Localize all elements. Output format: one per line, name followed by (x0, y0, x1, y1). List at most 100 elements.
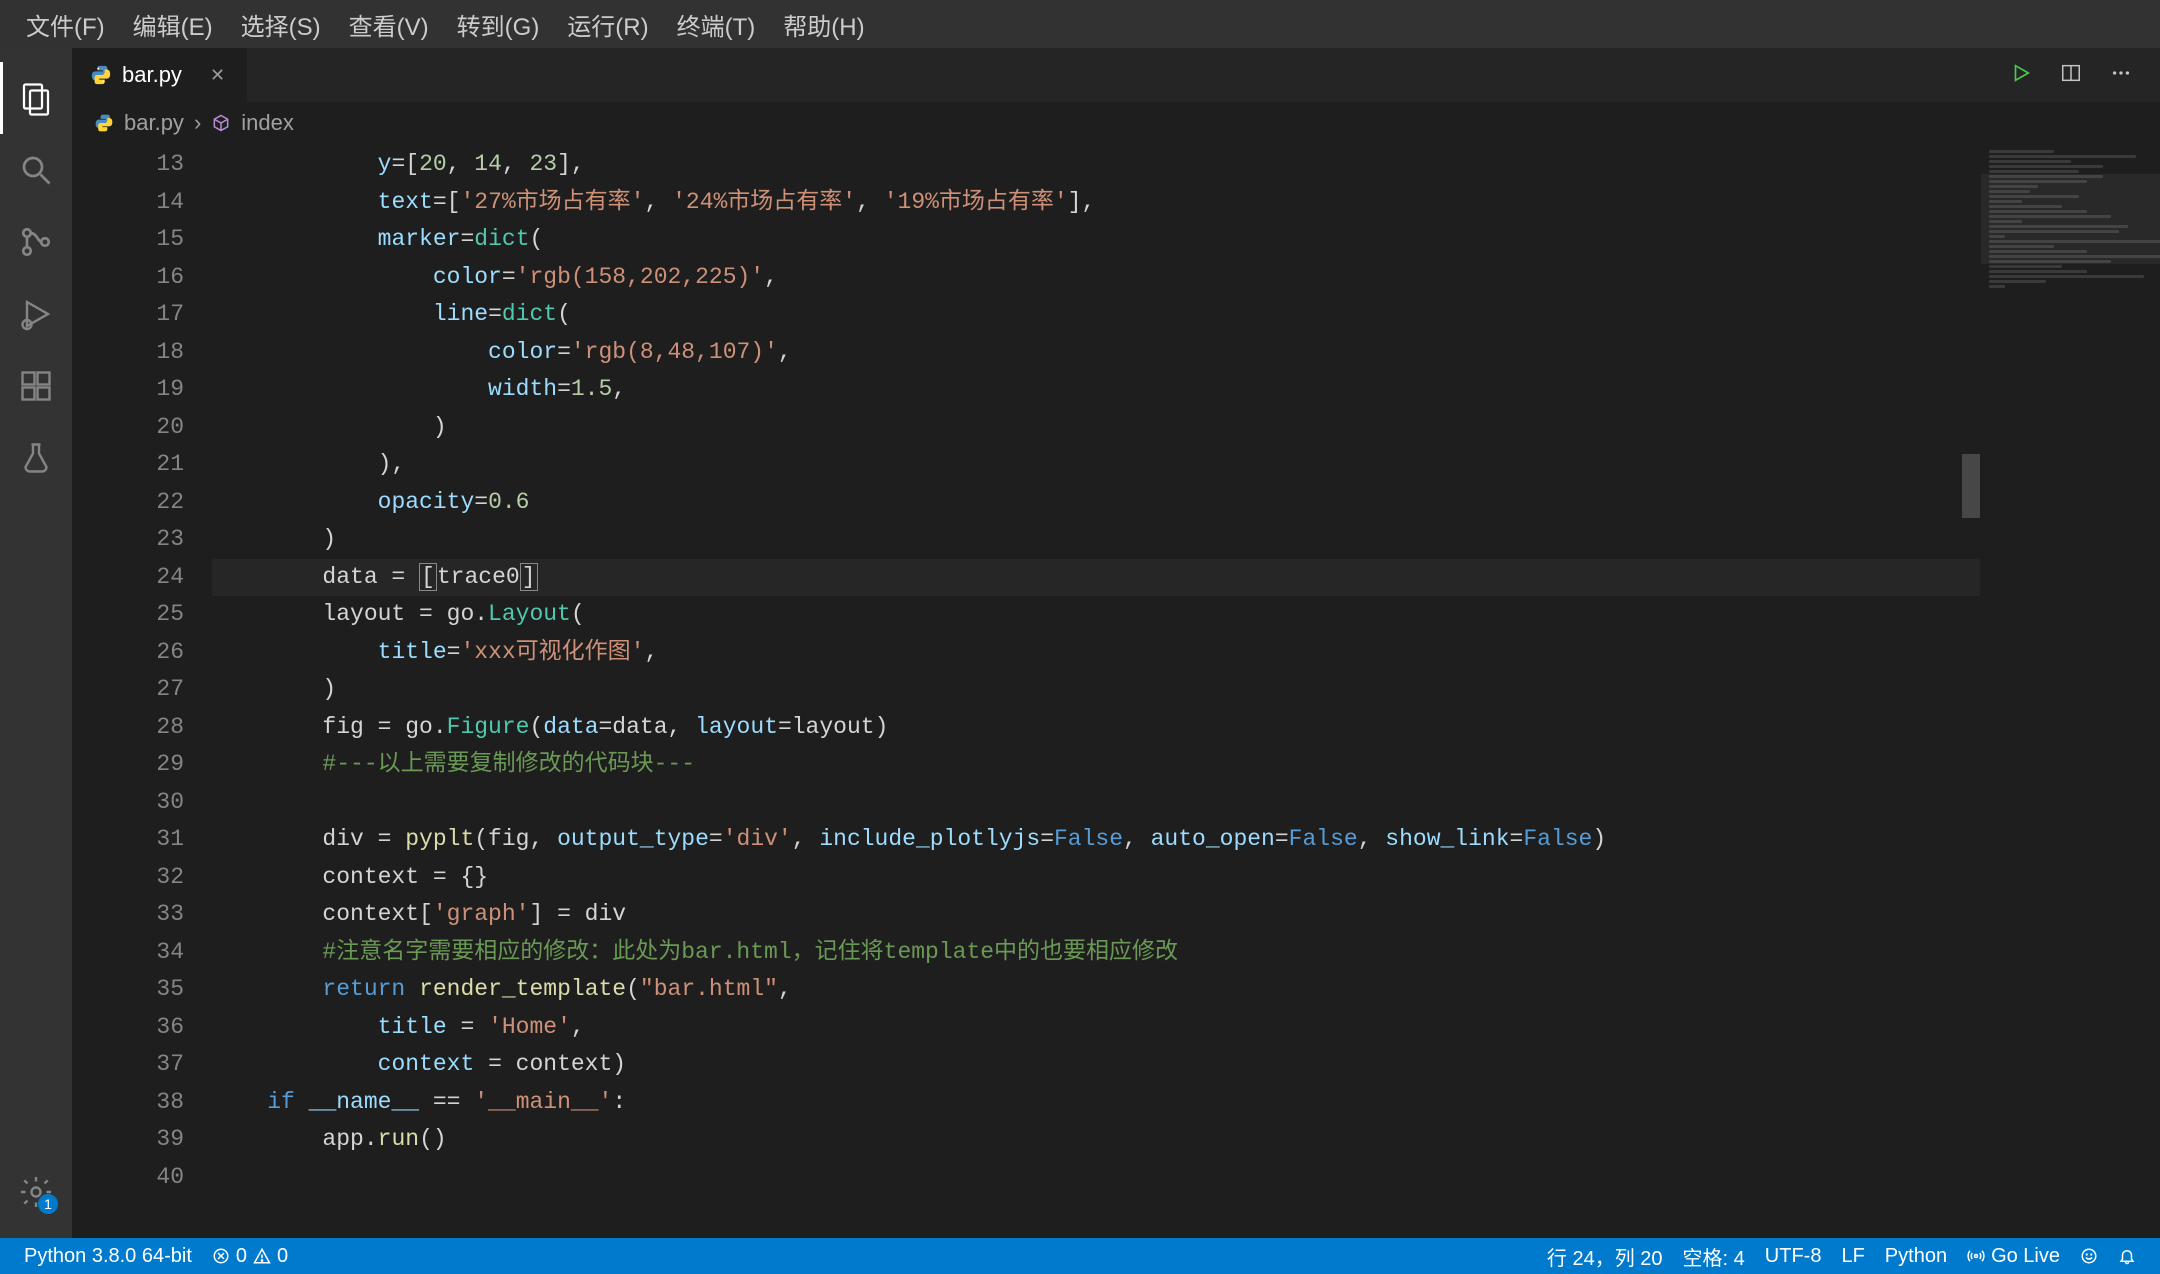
status-encoding[interactable]: UTF-8 (1755, 1245, 1832, 1268)
status-python-env[interactable]: Python 3.8.0 64-bit (14, 1245, 202, 1268)
code-line[interactable]: div = pyplt(fig, output_type='div', incl… (212, 821, 1980, 859)
code-line[interactable]: width=1.5, (212, 371, 1980, 409)
explorer-icon[interactable] (0, 62, 72, 134)
code-line[interactable]: context = {} (212, 859, 1980, 897)
code-line[interactable]: context['graph'] = div (212, 896, 1980, 934)
breadcrumb-symbol[interactable]: index (241, 110, 294, 136)
split-editor-icon[interactable] (2060, 62, 2082, 89)
symbol-icon (211, 113, 231, 133)
editor-actions (2010, 48, 2160, 102)
line-number: 29 (72, 746, 184, 784)
line-number: 17 (72, 296, 184, 334)
line-number: 32 (72, 859, 184, 897)
code-content[interactable]: y=[20, 14, 23], text=['27%市场占有率', '24%市场… (212, 144, 1980, 1238)
menu-edit[interactable]: 编辑(E) (119, 3, 227, 46)
line-number: 33 (72, 896, 184, 934)
menu-run[interactable]: 运行(R) (553, 3, 662, 46)
code-line[interactable]: text=['27%市场占有率', '24%市场占有率', '19%市场占有率'… (212, 184, 1980, 222)
menu-terminal[interactable]: 终端(T) (663, 3, 770, 46)
extensions-icon[interactable] (0, 350, 72, 422)
more-actions-icon[interactable] (2110, 62, 2132, 89)
line-number: 16 (72, 259, 184, 297)
chevron-right-icon: › (194, 110, 201, 136)
code-line[interactable]: ) (212, 521, 1980, 559)
code-line[interactable] (212, 784, 1980, 822)
run-file-icon[interactable] (2010, 62, 2032, 89)
warning-count: 0 (277, 1245, 288, 1268)
code-line[interactable]: color='rgb(158,202,225)', (212, 259, 1980, 297)
settings-gear-icon[interactable]: 1 (0, 1156, 72, 1228)
status-problems[interactable]: 0 0 (202, 1245, 298, 1268)
line-number: 24 (72, 559, 184, 597)
line-number: 14 (72, 184, 184, 222)
tab-bar-py[interactable]: bar.py ✕ (72, 48, 248, 102)
code-editor[interactable]: 1314151617181920212223242526272829303132… (72, 144, 2160, 1238)
code-line[interactable]: color='rgb(8,48,107)', (212, 334, 1980, 372)
search-icon[interactable] (0, 134, 72, 206)
run-debug-icon[interactable] (0, 278, 72, 350)
golive-label: Go Live (1991, 1245, 2060, 1268)
minimap[interactable] (1980, 144, 2160, 1238)
line-number: 36 (72, 1009, 184, 1047)
code-line[interactable]: data = [trace0] (212, 559, 1980, 597)
code-line[interactable]: title='xxx可视化作图', (212, 634, 1980, 672)
breadcrumb[interactable]: bar.py › index (72, 102, 2160, 144)
line-number: 38 (72, 1084, 184, 1122)
line-number: 39 (72, 1121, 184, 1159)
code-line[interactable]: #注意名字需要相应的修改：此处为bar.html，记住将template中的也要… (212, 934, 1980, 972)
close-icon[interactable]: ✕ (210, 65, 225, 86)
menu-select[interactable]: 选择(S) (227, 3, 335, 46)
code-line[interactable]: fig = go.Figure(data=data, layout=layout… (212, 709, 1980, 747)
code-line[interactable]: if __name__ == '__main__': (212, 1084, 1980, 1122)
menu-go[interactable]: 转到(G) (443, 3, 554, 46)
status-bar: Python 3.8.0 64-bit 0 0 行 24，列 20 空格: 4 … (0, 1238, 2160, 1274)
status-golive[interactable]: Go Live (1957, 1245, 2070, 1268)
status-cursor-pos[interactable]: 行 24，列 20 (1537, 1242, 1673, 1271)
code-line[interactable]: context = context) (212, 1046, 1980, 1084)
warning-icon (253, 1247, 271, 1265)
menu-file[interactable]: 文件(F) (12, 3, 119, 46)
code-line[interactable]: ), (212, 446, 1980, 484)
line-number: 25 (72, 596, 184, 634)
code-line[interactable]: y=[20, 14, 23], (212, 146, 1980, 184)
status-indent[interactable]: 空格: 4 (1673, 1242, 1755, 1271)
code-line[interactable]: line=dict( (212, 296, 1980, 334)
menu-help[interactable]: 帮助(H) (769, 3, 878, 46)
status-bell-icon[interactable] (2108, 1247, 2146, 1265)
line-number: 21 (72, 446, 184, 484)
status-eol[interactable]: LF (1831, 1245, 1874, 1268)
line-number: 31 (72, 821, 184, 859)
line-number: 34 (72, 934, 184, 972)
editor-area: bar.py ✕ bar.py › index (72, 48, 2160, 1238)
code-line[interactable]: #---以上需要复制修改的代码块--- (212, 746, 1980, 784)
scrollbar-thumb[interactable] (1962, 454, 1980, 518)
tab-label: bar.py (122, 62, 182, 88)
breadcrumb-file[interactable]: bar.py (124, 110, 184, 136)
code-line[interactable] (212, 1159, 1980, 1197)
code-line[interactable]: title = 'Home', (212, 1009, 1980, 1047)
status-feedback-icon[interactable] (2070, 1247, 2108, 1265)
line-number: 28 (72, 709, 184, 747)
code-line[interactable]: marker=dict( (212, 221, 1980, 259)
code-line[interactable]: ) (212, 409, 1980, 447)
line-number: 20 (72, 409, 184, 447)
status-language[interactable]: Python (1875, 1245, 1957, 1268)
code-line[interactable]: return render_template("bar.html", (212, 971, 1980, 1009)
code-line[interactable]: layout = go.Layout( (212, 596, 1980, 634)
minimap-viewport[interactable] (1981, 174, 2160, 264)
test-icon[interactable] (0, 422, 72, 494)
line-number: 22 (72, 484, 184, 522)
code-line[interactable]: ) (212, 671, 1980, 709)
code-line[interactable]: app.run() (212, 1121, 1980, 1159)
menu-view[interactable]: 查看(V) (335, 3, 443, 46)
editor-tabs: bar.py ✕ (72, 48, 2160, 102)
line-number: 35 (72, 971, 184, 1009)
error-icon (212, 1247, 230, 1265)
source-control-icon[interactable] (0, 206, 72, 278)
python-file-icon (94, 113, 114, 133)
broadcast-icon (1967, 1247, 1985, 1265)
line-number: 15 (72, 221, 184, 259)
line-number-gutter: 1314151617181920212223242526272829303132… (72, 144, 212, 1238)
python-file-icon (90, 64, 112, 86)
code-line[interactable]: opacity=0.6 (212, 484, 1980, 522)
